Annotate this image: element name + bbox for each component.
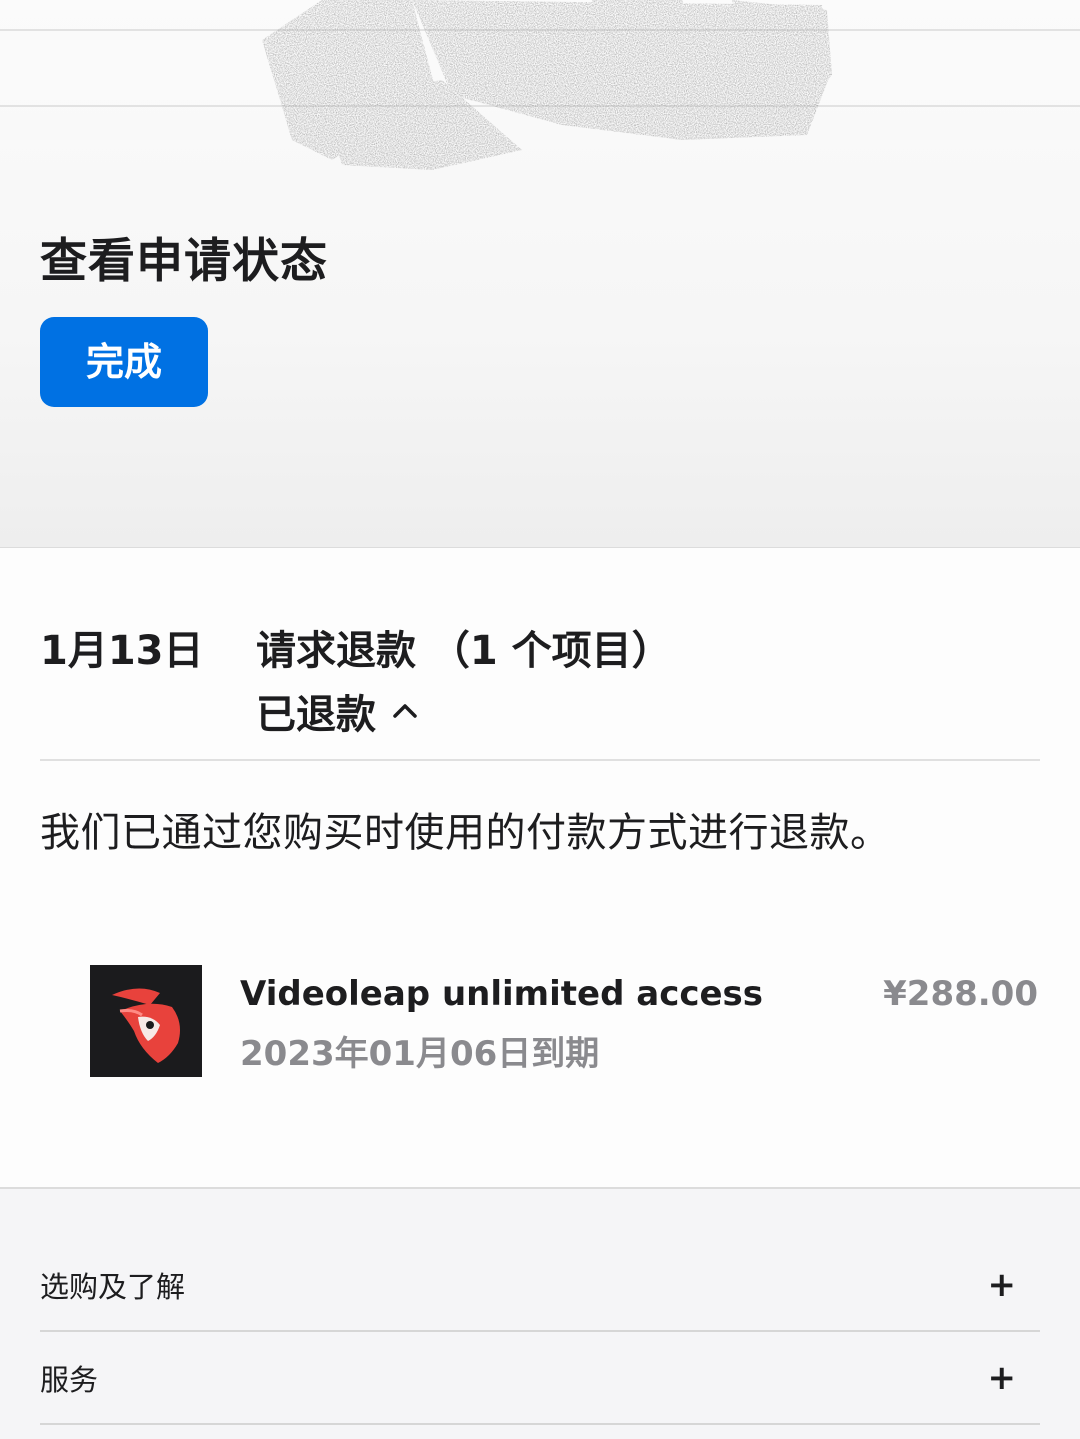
page-title: 查看申请状态 [40,234,328,289]
item-price: ¥288.00 [883,974,1038,1014]
footer-section-services[interactable]: 服务 + [40,1332,1040,1425]
item-name: Videoleap unlimited access [240,974,764,1014]
plus-icon: + [987,1264,1017,1305]
app-logo-icon [112,988,180,1063]
refund-request-card: 1月13日 请求退款 （1 个项目） 已退款 我们已通过您购买时使用的付款方式进… [0,548,1080,1189]
page: 查看申请状态 完成 1月13日 请求退款 （1 个项目） 已退款 我们已通过您购… [0,0,1080,1439]
item-expiry: 2023年01月06日到期 [240,1034,600,1074]
footer-section-label: 选购及了解 [40,1269,186,1304]
request-date: 1月13日 [40,628,204,674]
done-button[interactable]: 完成 [40,317,208,407]
footer-section-shop-and-learn[interactable]: 选购及了解 + [40,1239,1040,1332]
request-title: 请求退款 （1 个项目） [256,628,672,674]
request-status-toggle[interactable]: 已退款 [256,682,418,740]
redaction-scribble [262,0,832,170]
chevron-up-icon [393,704,417,718]
plus-icon: + [987,1357,1017,1398]
videoleap-app-icon [90,965,202,1077]
footer-section-label: 服务 [40,1362,99,1397]
header-area: 查看申请状态 完成 [0,0,1080,548]
divider [40,759,1040,761]
refund-note: 我们已通过您购买时使用的付款方式进行退款。 [40,810,891,856]
request-status-label: 已退款 [256,692,376,738]
footer: 选购及了解 + 服务 + [0,1189,1080,1439]
